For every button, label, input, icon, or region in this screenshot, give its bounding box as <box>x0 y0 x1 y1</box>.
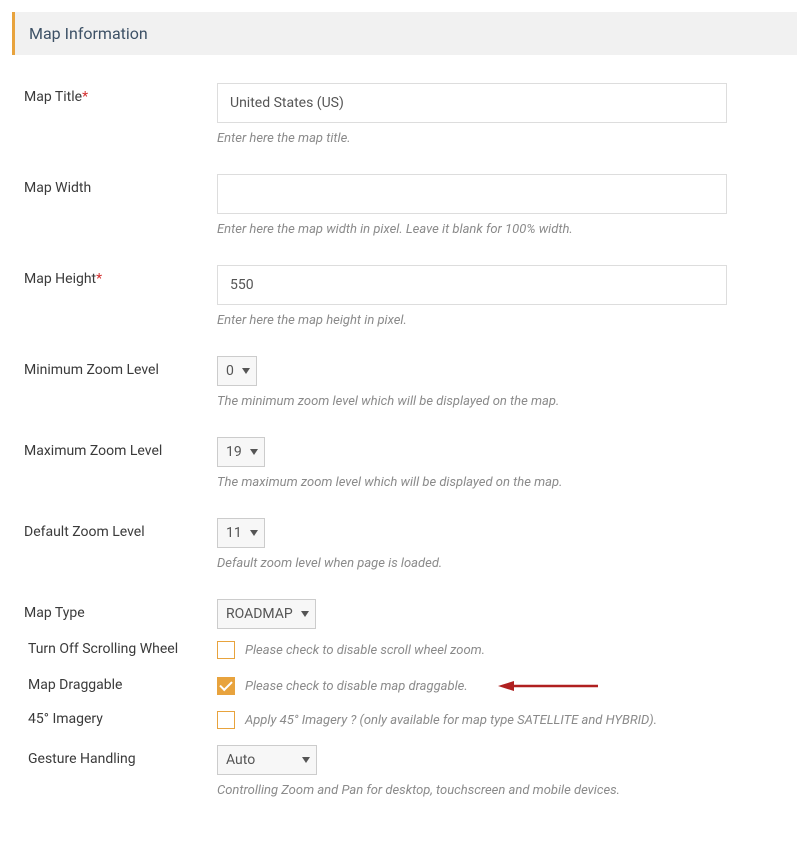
hint-gesture: Controlling Zoom and Pan for desktop, to… <box>217 783 797 798</box>
label-gesture: Gesture Handling <box>12 745 217 767</box>
select-max-zoom[interactable]: 19 <box>217 437 265 467</box>
desc-imagery: Apply 45° Imagery ? (only available for … <box>245 713 657 728</box>
label-map-title: Map Title* <box>12 83 217 105</box>
label-min-zoom: Minimum Zoom Level <box>12 356 217 378</box>
label-default-zoom: Default Zoom Level <box>12 518 217 540</box>
row-map-height: Map Height* Enter here the map height in… <box>12 265 797 328</box>
field-min-zoom: 0 The minimum zoom level which will be d… <box>217 356 797 409</box>
input-map-title[interactable] <box>217 83 727 123</box>
section-header: Map Information <box>12 12 797 55</box>
required-asterisk: * <box>82 89 88 105</box>
row-max-zoom: Maximum Zoom Level 19 The maximum zoom l… <box>12 437 797 490</box>
label-text: Map Title <box>24 89 82 105</box>
row-default-zoom: Default Zoom Level 11 Default zoom level… <box>12 518 797 571</box>
arrow-icon <box>498 680 598 692</box>
select-min-zoom[interactable]: 0 <box>217 356 257 386</box>
hint-max-zoom: The maximum zoom level which will be dis… <box>217 475 797 490</box>
checkbox-scroll-wheel[interactable] <box>217 641 235 659</box>
field-map-height: Enter here the map height in pixel. <box>217 265 797 328</box>
select-map-type[interactable]: ROADMAP <box>217 599 316 629</box>
field-gesture: Auto Controlling Zoom and Pan for deskto… <box>217 745 797 798</box>
row-scroll-wheel: Turn Off Scrolling Wheel Please check to… <box>12 641 797 659</box>
select-default-zoom[interactable]: 11 <box>217 518 265 548</box>
row-min-zoom: Minimum Zoom Level 0 The minimum zoom le… <box>12 356 797 409</box>
field-max-zoom: 19 The maximum zoom level which will be … <box>217 437 797 490</box>
field-map-title: Enter here the map title. <box>217 83 797 146</box>
row-imagery: 45° Imagery Apply 45° Imagery ? (only av… <box>12 711 797 729</box>
desc-scroll-wheel: Please check to disable scroll wheel zoo… <box>245 643 485 658</box>
field-scroll-wheel: Please check to disable scroll wheel zoo… <box>217 641 797 659</box>
checkbox-imagery[interactable] <box>217 711 235 729</box>
label-draggable: Map Draggable <box>12 677 217 693</box>
label-scroll-wheel: Turn Off Scrolling Wheel <box>12 641 217 657</box>
label-max-zoom: Maximum Zoom Level <box>12 437 217 459</box>
input-map-width[interactable] <box>217 174 727 214</box>
hint-default-zoom: Default zoom level when page is loaded. <box>217 556 797 571</box>
label-map-type: Map Type <box>12 599 217 621</box>
field-imagery: Apply 45° Imagery ? (only available for … <box>217 711 797 729</box>
label-map-width: Map Width <box>12 174 217 196</box>
field-draggable: Please check to disable map draggable. <box>217 677 797 695</box>
row-map-type: Map Type ROADMAP <box>12 599 797 629</box>
input-map-height[interactable] <box>217 265 727 305</box>
row-map-width: Map Width Enter here the map width in pi… <box>12 174 797 237</box>
hint-min-zoom: The minimum zoom level which will be dis… <box>217 394 797 409</box>
select-gesture[interactable]: Auto <box>217 745 317 775</box>
row-map-title: Map Title* Enter here the map title. <box>12 83 797 146</box>
field-map-type: ROADMAP <box>217 599 797 629</box>
field-default-zoom: 11 Default zoom level when page is loade… <box>217 518 797 571</box>
checkbox-draggable[interactable] <box>217 677 235 695</box>
label-text: Map Height <box>24 271 96 287</box>
desc-draggable: Please check to disable map draggable. <box>245 679 468 694</box>
hint-map-title: Enter here the map title. <box>217 131 797 146</box>
row-draggable: Map Draggable Please check to disable ma… <box>12 677 797 695</box>
field-map-width: Enter here the map width in pixel. Leave… <box>217 174 797 237</box>
required-asterisk: * <box>96 271 102 287</box>
hint-map-width: Enter here the map width in pixel. Leave… <box>217 222 797 237</box>
label-map-height: Map Height* <box>12 265 217 287</box>
hint-map-height: Enter here the map height in pixel. <box>217 313 797 328</box>
label-imagery: 45° Imagery <box>12 711 217 727</box>
row-gesture: Gesture Handling Auto Controlling Zoom a… <box>12 745 797 798</box>
